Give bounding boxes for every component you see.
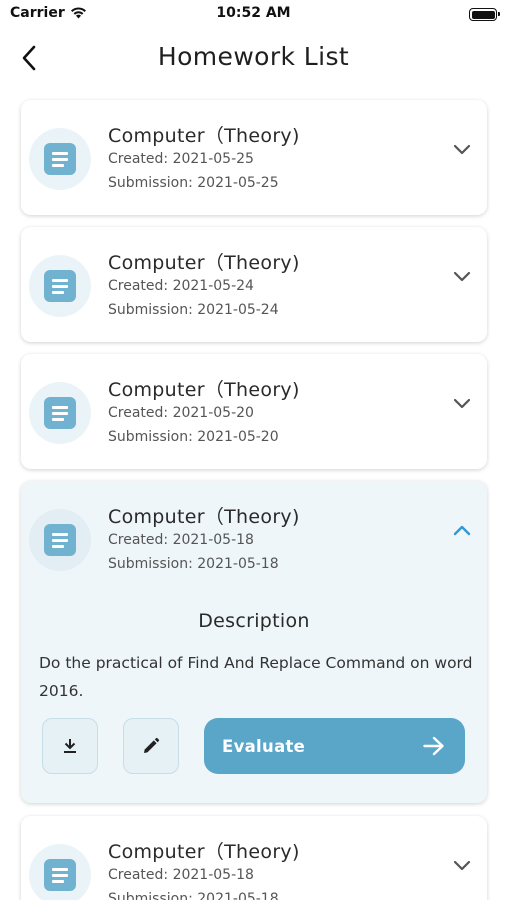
download-button[interactable]	[42, 718, 98, 774]
document-icon	[44, 143, 76, 175]
card-title: Computer（Theory)	[108, 125, 300, 147]
chevron-down-icon	[453, 860, 471, 870]
description-text: Do the practical of Find And Replace Com…	[39, 654, 473, 700]
created-date: Created: 2021-05-24	[108, 278, 254, 294]
chevron-up-icon	[453, 525, 471, 535]
doc-icon-badge	[29, 509, 91, 571]
battery-icon	[469, 8, 500, 21]
expand-toggle[interactable]	[451, 265, 473, 287]
doc-icon-badge	[29, 255, 91, 317]
chevron-down-icon	[453, 271, 471, 281]
submission-date: Submission: 2021-05-20	[108, 429, 279, 445]
edit-pencil-icon	[144, 737, 160, 753]
download-icon	[64, 739, 76, 753]
homework-card-expanded[interactable]: Computer（Theory) Created: 2021-05-18 Sub…	[21, 481, 487, 803]
created-date: Created: 2021-05-25	[108, 151, 254, 167]
expand-toggle[interactable]	[451, 854, 473, 876]
homework-card[interactable]: Computer（Theory) Created: 2021-05-25 Sub…	[21, 100, 487, 215]
expand-toggle[interactable]	[451, 138, 473, 160]
card-title: Computer（Theory)	[108, 841, 300, 863]
document-icon	[44, 524, 76, 556]
status-bar: Carrier 10:52 AM	[0, 0, 507, 30]
status-time: 10:52 AM	[216, 5, 291, 21]
evaluate-button[interactable]: Evaluate	[204, 718, 465, 774]
card-title: Computer（Theory)	[108, 379, 300, 401]
submission-date: Submission: 2021-05-24	[108, 302, 279, 318]
page-title: Homework List	[157, 42, 350, 71]
created-date: Created: 2021-05-18	[108, 867, 254, 883]
arrow-right-icon	[423, 736, 444, 756]
homework-card[interactable]: Computer（Theory) Created: 2021-05-24 Sub…	[21, 227, 487, 342]
homework-card[interactable]: Computer（Theory) Created: 2021-05-18 Sub…	[21, 816, 487, 900]
chevron-down-icon	[453, 144, 471, 154]
document-icon	[44, 270, 76, 302]
created-date: Created: 2021-05-18	[108, 532, 254, 548]
document-icon	[44, 859, 76, 891]
doc-icon-badge	[29, 844, 91, 900]
doc-icon-badge	[29, 382, 91, 444]
submission-date: Submission: 2021-05-18	[108, 891, 279, 900]
created-date: Created: 2021-05-20	[108, 405, 254, 421]
card-title: Computer（Theory)	[108, 506, 300, 528]
submission-date: Submission: 2021-05-18	[108, 556, 279, 572]
card-title: Computer（Theory)	[108, 252, 300, 274]
expand-toggle[interactable]	[451, 392, 473, 414]
collapse-toggle[interactable]	[451, 519, 473, 541]
submission-date: Submission: 2021-05-25	[108, 175, 279, 191]
description-heading: Description	[198, 610, 310, 632]
nav-bar: Homework List	[0, 30, 507, 86]
chevron-down-icon	[453, 398, 471, 408]
evaluate-label: Evaluate	[222, 736, 306, 756]
document-icon	[44, 397, 76, 429]
homework-card[interactable]: Computer（Theory) Created: 2021-05-20 Sub…	[21, 354, 487, 469]
doc-icon-badge	[29, 128, 91, 190]
edit-button[interactable]	[123, 718, 179, 774]
